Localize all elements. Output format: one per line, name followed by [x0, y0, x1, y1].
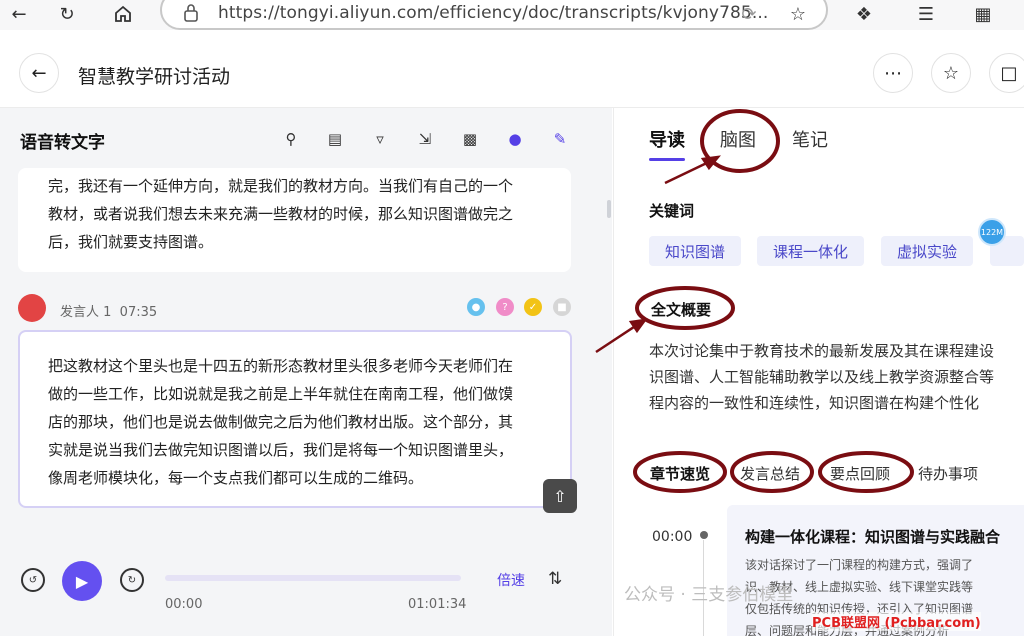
speed-button[interactable]: 倍速 — [497, 570, 525, 590]
page-title: 智慧教学研讨活动 — [78, 66, 231, 88]
play-button[interactable]: ▶ — [62, 561, 102, 601]
audio-progress-bar[interactable] — [165, 575, 461, 581]
rewind-icon[interactable]: ↺ — [21, 568, 45, 592]
subtab-key-points[interactable]: 要点回顾 — [830, 463, 890, 484]
back-button[interactable]: ← — [19, 53, 59, 93]
url-text[interactable]: https://tongyi.aliyun.com/efficiency/doc… — [218, 3, 768, 23]
watermark: 公众号 · 三支参伯模里 — [624, 585, 794, 605]
favorite-star-button[interactable]: ☆ — [931, 53, 971, 93]
keyword-chip[interactable]: 虚拟实验 — [881, 236, 974, 266]
ai-edit-icon[interactable]: ✎ — [548, 127, 572, 151]
mark-blue-icon[interactable]: ● — [467, 298, 485, 316]
tab-notes[interactable]: 笔记 — [792, 126, 828, 152]
share-button[interactable]: □ — [989, 53, 1024, 93]
watermark-site: PCB联盟网 (Pcbbar.com) — [812, 612, 981, 631]
transcript-title: 语音转文字 — [20, 133, 105, 153]
collections-icon[interactable]: ▦ — [970, 1, 996, 27]
text-line: 程内容的一致性和连续性，知识图谱在构建个性化 — [649, 394, 980, 412]
speaker-label: 发言人 1 07:35 — [60, 305, 158, 320]
text-line: 识图谱、人工智能辅助教学以及线上教学资源整合等 — [649, 368, 995, 386]
chapter-title: 构建一体化课程：知识图谱与实践融合 — [745, 528, 1001, 546]
delete-icon[interactable]: ■ — [553, 298, 571, 316]
keyword-chip[interactable]: 课程一体化 — [757, 236, 865, 266]
transcript-card-2: 把这教材这个里头也是十四五的新形态教材里头很多老师今天老师们在 做的一些工作，比… — [18, 330, 572, 508]
filter-icon[interactable]: ▿ — [368, 127, 392, 151]
summary-title: 全文概要 — [651, 301, 712, 319]
settings-sliders-icon[interactable]: ⇅ — [548, 569, 562, 589]
text-line: 完，我还有一个延伸方向，就是我们的教材方向。当我们有自己的一个 — [48, 177, 514, 195]
total-time: 01:01:34 — [408, 597, 467, 612]
memory-badge: 122M — [978, 218, 1006, 246]
text-line: 店的那块，他们也是说去做制做完之后为他们教材出版。这个部分，其 — [48, 413, 514, 431]
question-icon[interactable]: ? — [496, 298, 514, 316]
active-tab-indicator — [649, 158, 685, 161]
keywords-title: 关键词 — [649, 202, 695, 220]
text-line: 教材，或者说我们想去未来充满一些教材的时候，那么知识图谱做完之 — [48, 205, 514, 223]
text-line: 实就是说当我们去做完知识图谱以后，我们是将每一个知识图谱里头， — [48, 441, 514, 459]
scrollbar-thumb[interactable] — [607, 200, 611, 218]
transcript-card-1: 完，我还有一个延伸方向，就是我们的教材方向。当我们有自己的一个 教材，或者说我们… — [18, 168, 571, 272]
transcript-text-1: 完，我还有一个延伸方向，就是我们的教材方向。当我们有自己的一个 教材，或者说我们… — [48, 172, 513, 256]
subtab-speaker-summary[interactable]: 发言总结 — [740, 463, 800, 484]
tab-mindmap[interactable]: 脑图 — [720, 126, 756, 152]
summary-text: 本次讨论集中于教育技术的最新发展及其在课程建设 识图谱、人工智能辅助教学以及线上… — [649, 338, 1024, 416]
text-line: 该对话探讨了一门课程的构建方式，强调了 — [745, 558, 974, 572]
keyword-chip[interactable]: 知识图谱 — [649, 236, 742, 266]
favorite-star-icon[interactable]: ☆ — [785, 1, 811, 27]
back-arrow-icon[interactable]: ← — [6, 1, 32, 27]
more-icon[interactable]: ⋯ — [873, 53, 913, 93]
timeline-dot — [700, 531, 708, 539]
translate-icon[interactable]: ⟳ — [736, 1, 762, 27]
reload-icon[interactable]: ↻ — [54, 1, 80, 27]
lock-icon — [182, 3, 200, 23]
forward-icon[interactable]: ↻ — [120, 568, 144, 592]
text-line: 本次讨论集中于教育技术的最新发展及其在课程建设 — [649, 342, 995, 360]
text-line: 做的一些工作，比如说就是我之前是上半年就住在南南工程，他们做馍 — [48, 385, 514, 403]
chapter-timestamp[interactable]: 00:00 — [652, 529, 692, 545]
home-icon[interactable] — [110, 1, 136, 27]
subtab-chapters[interactable]: 章节速览 — [650, 463, 710, 484]
back-to-top-button[interactable]: ⇧ — [543, 479, 577, 513]
export-icon[interactable]: ⇲ — [413, 127, 437, 151]
favorites-list-icon[interactable]: ☰ — [913, 1, 939, 27]
document-icon[interactable]: ▤ — [323, 127, 347, 151]
speaker-timestamp[interactable]: 07:35 — [120, 305, 157, 320]
text-line: 把这教材这个里头也是十四五的新形态教材里头很多老师今天老师们在 — [48, 357, 514, 375]
text-line: 像周老师模块化，每一个支点我们都可以生成的二维码。 — [48, 469, 424, 487]
translate-doc-icon[interactable]: ▩ — [458, 127, 482, 151]
speakers-icon[interactable]: ● — [503, 127, 527, 151]
text-line: 后，我们就要支持图谱。 — [48, 233, 214, 251]
speaker-avatar — [18, 294, 46, 322]
transcript-text-2: 把这教材这个里头也是十四五的新形态教材里头很多老师今天老师们在 做的一些工作，比… — [48, 352, 513, 492]
current-time: 00:00 — [165, 597, 203, 612]
subtab-todos[interactable]: 待办事项 — [918, 463, 978, 484]
extensions-icon[interactable]: ❖ — [851, 1, 877, 27]
check-icon[interactable]: ✓ — [524, 298, 542, 316]
search-icon[interactable]: ⚲ — [279, 127, 303, 151]
tab-guide[interactable]: 导读 — [649, 126, 685, 152]
